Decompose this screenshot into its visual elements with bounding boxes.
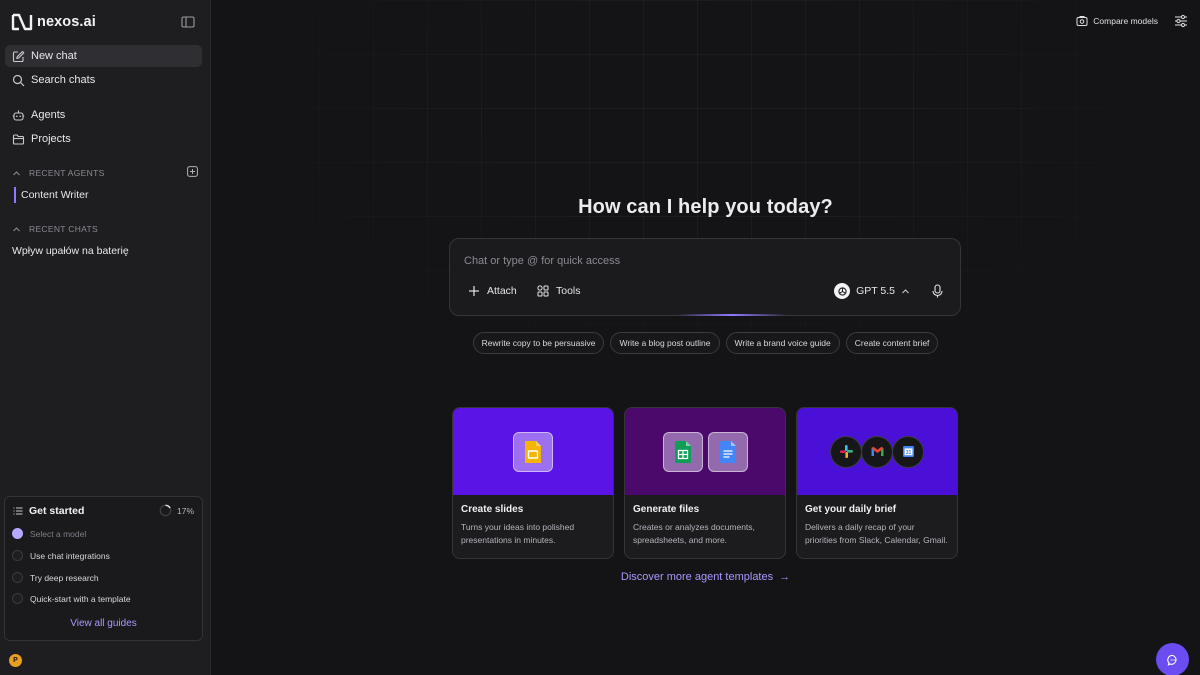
daily-brief-card[interactable]: 31 Get your daily brief Delivers a daily… bbox=[796, 407, 958, 559]
guide-step-select-model[interactable]: Select a model bbox=[12, 528, 86, 539]
svg-text:31: 31 bbox=[905, 450, 911, 456]
progress-text: 17% bbox=[176, 505, 194, 516]
model-selector[interactable]: GPT 5.5 bbox=[834, 283, 910, 299]
card-description: Turns your ideas into polished presentat… bbox=[461, 522, 575, 545]
google-docs-icon bbox=[707, 431, 748, 472]
get-started-title[interactable]: Get started bbox=[13, 505, 84, 517]
card-title: Create slides bbox=[461, 504, 524, 515]
folder-icon bbox=[12, 133, 25, 145]
logo[interactable]: nexos.ai bbox=[11, 12, 201, 32]
agents-label: Agents bbox=[31, 109, 66, 121]
gmail-icon bbox=[861, 435, 893, 468]
card-title: Generate files bbox=[633, 504, 700, 515]
suggestion-chip[interactable]: Write a brand voice guide bbox=[725, 332, 840, 354]
attach-label: Attach bbox=[487, 285, 517, 297]
chat-input[interactable] bbox=[464, 255, 944, 267]
card-art: 31 bbox=[797, 408, 957, 495]
progress-ring-icon bbox=[159, 504, 172, 517]
chat-bubble-icon bbox=[1166, 654, 1176, 666]
recent-chats-header[interactable]: RECENT CHATS bbox=[12, 222, 198, 236]
recent-agents-header[interactable]: RECENT AGENTS bbox=[12, 166, 198, 180]
suggestion-chip[interactable]: Rewrite copy to be persuasive bbox=[472, 332, 605, 354]
card-art bbox=[453, 408, 613, 495]
recent-agent-item[interactable]: Content Writer bbox=[14, 187, 89, 203]
guide-progress: 17% bbox=[159, 504, 194, 517]
tools-grid-icon bbox=[537, 285, 549, 297]
view-all-guides-link[interactable]: View all guides bbox=[5, 618, 202, 629]
guide-step-label: Select a model bbox=[30, 528, 87, 539]
top-actions: Compare models bbox=[1076, 14, 1188, 28]
suggestion-chip[interactable]: Create content brief bbox=[845, 332, 939, 354]
checklist-icon bbox=[13, 507, 23, 515]
chevron-up-icon bbox=[902, 288, 909, 293]
composer-glow bbox=[677, 314, 787, 316]
google-calendar-icon: 31 bbox=[892, 435, 924, 468]
guide-step-template[interactable]: Quick-start with a template bbox=[12, 593, 131, 604]
openai-icon bbox=[834, 283, 851, 299]
agent-template-cards: Create slides Turns your ideas into poli… bbox=[452, 407, 958, 559]
projects-nav-item[interactable]: Projects bbox=[5, 128, 202, 150]
compose-icon bbox=[12, 50, 25, 62]
sliders-icon[interactable] bbox=[1174, 14, 1188, 28]
new-chat-label: New chat bbox=[31, 50, 77, 62]
agents-nav-item[interactable]: Agents bbox=[5, 104, 202, 126]
sidebar-toggle-icon[interactable] bbox=[181, 15, 195, 29]
step-complete-icon bbox=[12, 528, 23, 539]
chat-composer: Attach Tools GPT 5.5 bbox=[449, 238, 961, 316]
page-headline: How can I help you today? bbox=[578, 196, 833, 218]
create-slides-card[interactable]: Create slides Turns your ideas into poli… bbox=[452, 407, 614, 559]
search-chats-button[interactable]: Search chats bbox=[5, 69, 202, 91]
compare-models-label: Compare models bbox=[1093, 16, 1158, 26]
card-description: Delivers a daily recap of your prioritie… bbox=[805, 522, 948, 545]
guide-step-chat-integrations[interactable]: Use chat integrations bbox=[12, 550, 110, 561]
projects-label: Projects bbox=[31, 133, 71, 145]
model-name: GPT 5.5 bbox=[856, 285, 895, 297]
discover-templates-link[interactable]: Discover more agent templates → bbox=[211, 571, 1200, 583]
guide-step-label: Quick-start with a template bbox=[30, 593, 131, 604]
compare-models-button[interactable]: Compare models bbox=[1076, 15, 1158, 27]
plus-icon bbox=[469, 286, 479, 296]
chevron-up-icon bbox=[13, 170, 20, 175]
suggestion-chip[interactable]: Write a blog post outline bbox=[610, 332, 720, 354]
search-icon bbox=[12, 74, 25, 86]
attach-button[interactable]: Attach bbox=[468, 285, 517, 297]
chevron-up-icon bbox=[13, 226, 20, 231]
help-chat-button[interactable] bbox=[1156, 643, 1189, 675]
recent-agents-label: RECENT AGENTS bbox=[29, 168, 105, 178]
card-description: Creates or analyzes documents, spreadshe… bbox=[633, 522, 755, 545]
arrow-right-icon: → bbox=[779, 571, 791, 583]
guide-step-label: Try deep research bbox=[30, 572, 99, 583]
user-avatar[interactable]: P bbox=[9, 654, 22, 667]
recent-chat-item[interactable]: Wpływ upałów na baterię bbox=[12, 245, 129, 257]
microphone-icon[interactable] bbox=[931, 284, 944, 298]
robot-icon bbox=[12, 110, 25, 121]
new-chat-button[interactable]: New chat bbox=[5, 45, 202, 67]
search-chats-label: Search chats bbox=[31, 74, 96, 86]
tools-button[interactable]: Tools bbox=[537, 285, 581, 297]
get-started-label: Get started bbox=[29, 505, 85, 517]
generate-files-card[interactable]: Generate files Creates or analyzes docum… bbox=[624, 407, 786, 559]
google-slides-icon bbox=[513, 431, 553, 472]
card-title: Get your daily brief bbox=[805, 504, 897, 515]
main-area: Compare models How can I help you today?… bbox=[211, 0, 1200, 675]
guide-step-deep-research[interactable]: Try deep research bbox=[12, 572, 99, 583]
step-pending-icon bbox=[12, 572, 23, 583]
tools-label: Tools bbox=[556, 285, 581, 297]
add-agent-icon[interactable] bbox=[187, 166, 198, 177]
google-sheets-icon bbox=[662, 431, 703, 472]
sidebar: nexos.ai New chat Search chats Agents Pr… bbox=[0, 0, 211, 675]
discover-label: Discover more agent templates bbox=[620, 571, 774, 583]
slack-icon bbox=[830, 435, 862, 468]
guide-step-label: Use chat integrations bbox=[30, 550, 110, 561]
step-pending-icon bbox=[12, 593, 23, 604]
suggestion-chips: Rewrite copy to be persuasive Write a bl… bbox=[211, 332, 1200, 354]
app-name: nexos.ai bbox=[37, 14, 96, 30]
compare-icon bbox=[1076, 16, 1088, 26]
recent-chats-label: RECENT CHATS bbox=[29, 224, 98, 234]
card-art bbox=[625, 408, 785, 495]
get-started-card: Get started 17% Select a model Use chat … bbox=[4, 496, 203, 641]
nexos-logo-icon bbox=[11, 13, 33, 31]
step-pending-icon bbox=[12, 550, 23, 561]
